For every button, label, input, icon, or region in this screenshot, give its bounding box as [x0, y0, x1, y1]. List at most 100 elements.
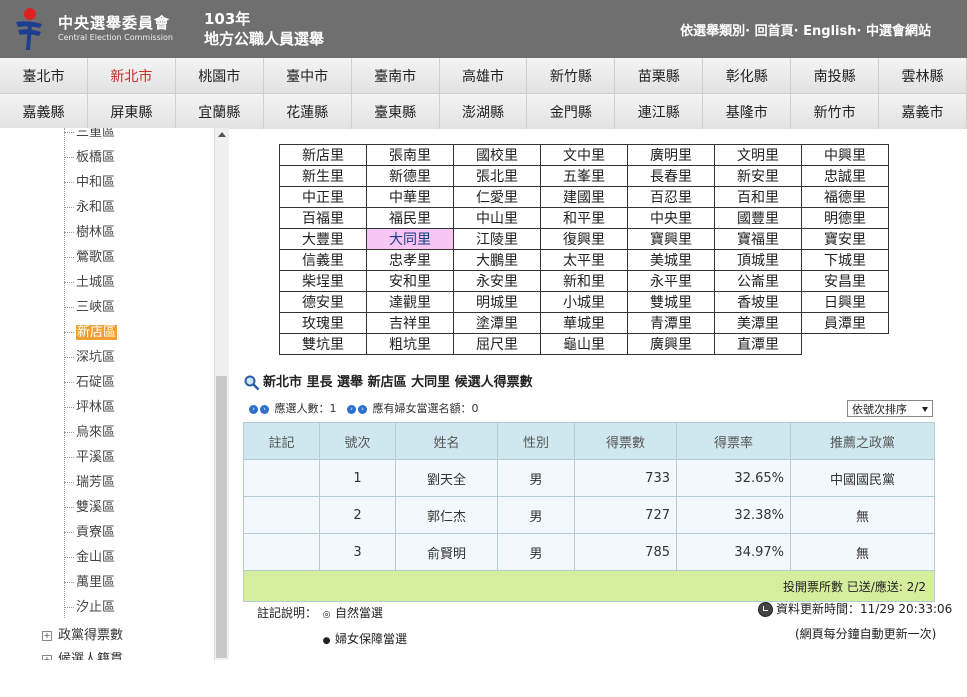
- nav-city-5[interactable]: 高雄市: [439, 58, 528, 93]
- village-link[interactable]: 美潭里: [714, 312, 802, 334]
- village-link[interactable]: 中正里: [279, 186, 367, 208]
- tree-district-item[interactable]: 汐止區: [0, 595, 210, 620]
- village-link[interactable]: 粗坑里: [366, 333, 454, 355]
- village-link[interactable]: 仁愛里: [453, 186, 541, 208]
- tree-district-item[interactable]: 三重區: [0, 128, 210, 145]
- tree-district-item[interactable]: 烏來區: [0, 420, 210, 445]
- tree-district-item[interactable]: 三峽區: [0, 295, 210, 320]
- nav-city-4[interactable]: 臺南市: [351, 58, 440, 93]
- village-link[interactable]: 長春里: [627, 165, 715, 187]
- nav-city-2[interactable]: 桃園市: [175, 58, 264, 93]
- tree-district-item[interactable]: 萬里區: [0, 570, 210, 595]
- village-link[interactable]: 華城里: [540, 312, 628, 334]
- village-link[interactable]: 江陵里: [453, 228, 541, 250]
- tree-district-item[interactable]: 鶯歌區: [0, 245, 210, 270]
- village-link[interactable]: 員潭里: [801, 312, 889, 334]
- village-link[interactable]: 柴埕里: [279, 270, 367, 292]
- village-link[interactable]: 龜山里: [540, 333, 628, 355]
- tree-district-item[interactable]: 樹林區: [0, 220, 210, 245]
- expand-icon[interactable]: +: [42, 630, 52, 641]
- village-link[interactable]: 美城里: [627, 249, 715, 271]
- village-link[interactable]: 中山里: [453, 207, 541, 229]
- village-link[interactable]: 永安里: [453, 270, 541, 292]
- nav-city-17[interactable]: 金門縣: [527, 94, 616, 129]
- village-link[interactable]: 新店里: [279, 144, 367, 166]
- tree-district-item[interactable]: 雙溪區: [0, 495, 210, 520]
- village-link[interactable]: 安昌里: [801, 270, 889, 292]
- village-link[interactable]: 中華里: [366, 186, 454, 208]
- tree-district-item[interactable]: 石碇區: [0, 370, 210, 395]
- village-link[interactable]: 吉祥里: [366, 312, 454, 334]
- tree-district-item[interactable]: 貢寮區: [0, 520, 210, 545]
- nav-city-13[interactable]: 宜蘭縣: [175, 94, 264, 129]
- village-link[interactable]: 日興里: [801, 291, 889, 313]
- village-link[interactable]: 文明里: [714, 144, 802, 166]
- village-link[interactable]: 塗潭里: [453, 312, 541, 334]
- village-link[interactable]: 新和里: [540, 270, 628, 292]
- village-link[interactable]: 下城里: [801, 249, 889, 271]
- village-link[interactable]: 直潭里: [714, 333, 802, 355]
- tree-district-item[interactable]: 瑞芳區: [0, 470, 210, 495]
- tree-node-party-votes[interactable]: + 政黨得票數: [42, 624, 123, 643]
- sidebar-scrollbar[interactable]: [214, 128, 229, 660]
- link-english[interactable]: English: [803, 24, 856, 39]
- village-link[interactable]: 玫瑰里: [279, 312, 367, 334]
- village-link[interactable]: 青潭里: [627, 312, 715, 334]
- tree-district-item[interactable]: 永和區: [0, 195, 210, 220]
- village-link[interactable]: 復興里: [540, 228, 628, 250]
- village-link[interactable]: 忠誠里: [801, 165, 889, 187]
- nav-city-3[interactable]: 臺中市: [263, 58, 352, 93]
- tree-district-item[interactable]: 平溪區: [0, 445, 210, 470]
- village-link[interactable]: 頂城里: [714, 249, 802, 271]
- village-link[interactable]: 寶興里: [627, 228, 715, 250]
- village-link[interactable]: 德安里: [279, 291, 367, 313]
- scroll-up-arrow-icon[interactable]: [218, 132, 226, 137]
- nav-city-11[interactable]: 嘉義縣: [0, 94, 88, 129]
- nav-city-12[interactable]: 屏東縣: [87, 94, 176, 129]
- cec-logo-icon[interactable]: [8, 6, 48, 50]
- village-link[interactable]: 雙坑里: [279, 333, 367, 355]
- tree-district-item[interactable]: 板橋區: [0, 145, 210, 170]
- village-link[interactable]: 大同里: [366, 228, 454, 250]
- village-link[interactable]: 中央里: [627, 207, 715, 229]
- link-cec-website[interactable]: 中選會網站: [866, 24, 931, 39]
- nav-city-14[interactable]: 花蓮縣: [263, 94, 352, 129]
- village-link[interactable]: 忠孝里: [366, 249, 454, 271]
- tree-district-item[interactable]: 土城區: [0, 270, 210, 295]
- village-link[interactable]: 國校里: [453, 144, 541, 166]
- scroll-thumb[interactable]: [216, 376, 227, 658]
- village-link[interactable]: 廣興里: [627, 333, 715, 355]
- link-home[interactable]: 回首頁: [755, 24, 794, 39]
- village-link[interactable]: 福德里: [801, 186, 889, 208]
- village-link[interactable]: 新德里: [366, 165, 454, 187]
- village-link[interactable]: 中興里: [801, 144, 889, 166]
- nav-city-8[interactable]: 彰化縣: [703, 58, 792, 93]
- nav-city-9[interactable]: 南投縣: [791, 58, 880, 93]
- village-link[interactable]: 香坡里: [714, 291, 802, 313]
- village-link[interactable]: 新安里: [714, 165, 802, 187]
- nav-city-7[interactable]: 苗栗縣: [615, 58, 704, 93]
- expand-icon[interactable]: +: [42, 654, 52, 660]
- nav-city-6[interactable]: 新竹縣: [527, 58, 616, 93]
- village-link[interactable]: 新生里: [279, 165, 367, 187]
- village-link[interactable]: 小城里: [540, 291, 628, 313]
- village-link[interactable]: 百和里: [714, 186, 802, 208]
- tree-district-item[interactable]: 深坑區: [0, 345, 210, 370]
- nav-city-10[interactable]: 雲林縣: [879, 58, 967, 93]
- nav-city-19[interactable]: 基隆市: [703, 94, 792, 129]
- village-link[interactable]: 公崙里: [714, 270, 802, 292]
- village-link[interactable]: 百忍里: [627, 186, 715, 208]
- village-link[interactable]: 雙城里: [627, 291, 715, 313]
- nav-city-15[interactable]: 臺東縣: [351, 94, 440, 129]
- village-link[interactable]: 國豐里: [714, 207, 802, 229]
- village-link[interactable]: 百福里: [279, 207, 367, 229]
- village-link[interactable]: 五峯里: [540, 165, 628, 187]
- village-link[interactable]: 寶安里: [801, 228, 889, 250]
- nav-city-20[interactable]: 新竹市: [791, 94, 880, 129]
- village-link[interactable]: 和平里: [540, 207, 628, 229]
- village-link[interactable]: 明德里: [801, 207, 889, 229]
- tree-district-item[interactable]: 金山區: [0, 545, 210, 570]
- village-link[interactable]: 明城里: [453, 291, 541, 313]
- nav-city-0[interactable]: 臺北市: [0, 58, 88, 93]
- tree-node-candidate-origin[interactable]: + 候選人籍貫: [42, 648, 123, 660]
